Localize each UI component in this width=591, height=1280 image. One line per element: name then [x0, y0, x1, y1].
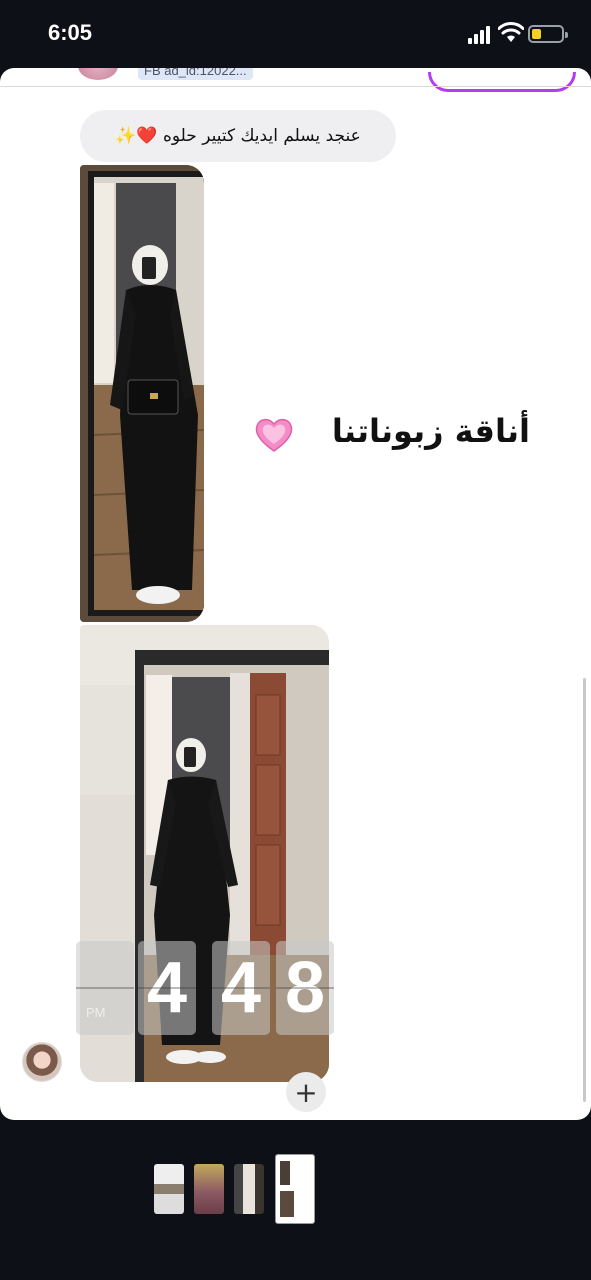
story-thumbnail[interactable]	[154, 1164, 184, 1214]
status-bar: 6:05	[0, 0, 591, 68]
wifi-icon	[498, 22, 524, 42]
clock-digit-tile: 4	[138, 941, 196, 1035]
divider	[0, 86, 591, 87]
flip-clock-widget: PM 4 4 8	[76, 941, 334, 1035]
mirror-selfie-image	[80, 165, 204, 622]
clock-period-tile: PM	[76, 941, 134, 1035]
sparkling-heart-icon	[255, 418, 293, 452]
story-caption: أناقة زبوناتنا	[331, 412, 530, 450]
avatar[interactable]	[78, 68, 118, 80]
story-thumbnail-strip	[0, 1120, 591, 1280]
story-thumbnail[interactable]	[194, 1164, 224, 1214]
scrollbar[interactable]	[583, 678, 586, 1102]
sender-avatar[interactable]	[22, 1042, 62, 1082]
add-button[interactable]: +	[286, 1072, 326, 1112]
top-strip: FB ad_id:12022...	[0, 68, 591, 92]
ad-id-chip: FB ad_id:12022...	[138, 68, 253, 80]
action-pill[interactable]	[428, 72, 576, 92]
story-thumbnail[interactable]	[234, 1164, 264, 1214]
reply-message-bubble: عنجد يسلم ايديك كتيير حلوه ❤️✨	[80, 110, 396, 162]
clock-period: PM	[86, 1005, 106, 1020]
cellular-signal-icon	[468, 26, 492, 44]
status-time: 6:05	[48, 20, 93, 45]
plus-icon: +	[294, 1075, 318, 1109]
story-card: FB ad_id:12022... عنجد يسلم ايديك كتيير …	[0, 68, 591, 1120]
battery-icon	[528, 25, 568, 43]
reply-message-text: عنجد يسلم ايديك كتيير حلوه ❤️✨	[115, 126, 361, 146]
clock-digit-tile: 4	[212, 941, 270, 1035]
clock-digit-tile: 8	[276, 941, 334, 1035]
story-photo-1[interactable]	[80, 165, 204, 622]
story-thumbnail-selected[interactable]	[275, 1154, 315, 1224]
